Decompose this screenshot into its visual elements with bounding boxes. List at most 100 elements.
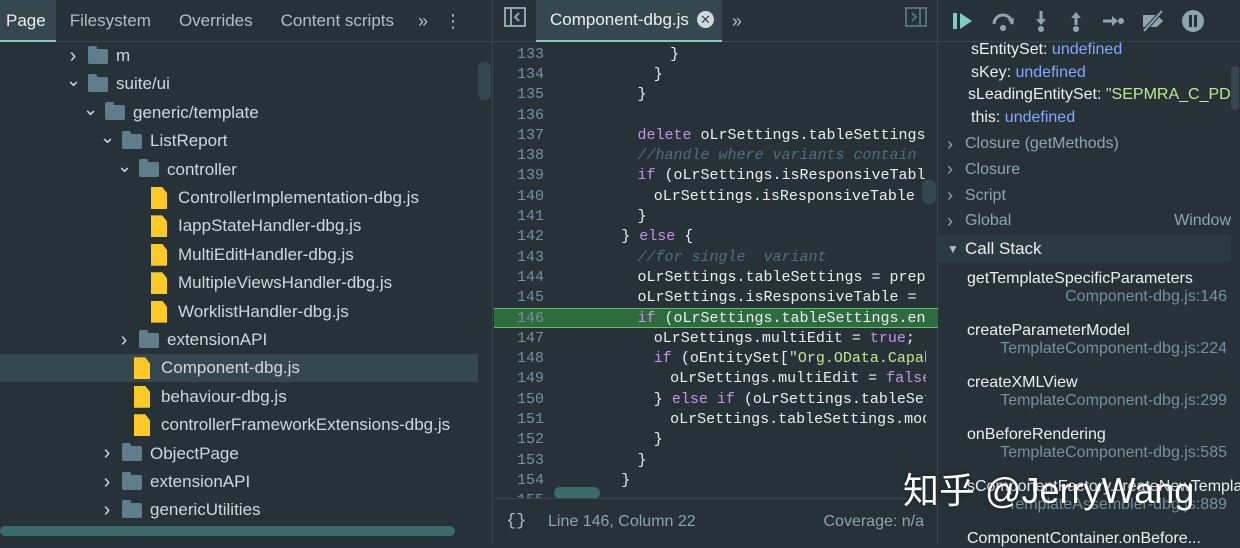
chevron-right-icon[interactable]: › (100, 471, 114, 494)
more-tabs-icon[interactable]: » (722, 0, 752, 42)
more-tabs-icon[interactable]: » (408, 0, 438, 42)
deactivate-breakpoints-icon[interactable] (1140, 9, 1166, 32)
line-number[interactable]: 147 (494, 330, 548, 347)
tree-file[interactable]: IappStateHandler-dbg.js (0, 212, 478, 240)
code-line[interactable]: 151 oLrSettings.tableSettings.mode = (oL (494, 409, 938, 429)
line-number[interactable]: 133 (494, 46, 548, 63)
tree-folder[interactable]: ⌄ controller (0, 156, 478, 184)
call-frame[interactable]: ComponentContainer.onBefore... (967, 530, 1231, 548)
toggle-debugger-icon[interactable] (895, 0, 937, 42)
scope-variable[interactable]: sKey: undefined (971, 64, 1086, 82)
chevron-down-icon[interactable]: ▼ (947, 242, 959, 256)
line-number[interactable]: 148 (494, 350, 548, 367)
code-line[interactable]: 137 delete oLrSettings.tableSettings;oLrS… (494, 125, 938, 145)
code-line[interactable]: 134} (494, 64, 938, 84)
vertical-scrollbar[interactable] (922, 180, 936, 204)
line-number[interactable]: 143 (494, 249, 548, 266)
vertical-scrollbar[interactable] (478, 62, 491, 100)
tree-file[interactable]: WorklistHandler-dbg.js (0, 298, 478, 326)
horizontal-scrollbar[interactable] (0, 526, 455, 536)
code-line[interactable]: 153} (494, 450, 938, 470)
line-number[interactable]: 145 (494, 289, 548, 306)
line-number[interactable]: 149 (494, 370, 548, 387)
line-number[interactable]: 154 (494, 472, 548, 489)
line-number[interactable]: 134 (494, 66, 548, 83)
call-frame-location[interactable]: TemplateComponent-dbg.js:299 (967, 392, 1231, 410)
call-frame-location[interactable]: TemplateComponent-dbg.js:224 (967, 340, 1231, 358)
line-number[interactable]: 137 (494, 127, 548, 144)
code-line[interactable]: 143 //for single variant (494, 247, 938, 267)
code-line[interactable]: 145 oLrSettings.isResponsiveTable = oLrSe… (494, 288, 938, 308)
tree-file[interactable]: MultipleViewsHandler-dbg.js (0, 269, 478, 297)
chevron-right-icon[interactable]: › (100, 499, 114, 522)
line-number[interactable]: 144 (494, 269, 548, 286)
pause-on-exceptions-icon[interactable] (1181, 9, 1205, 33)
line-number[interactable]: 153 (494, 452, 548, 469)
code-line[interactable]: 141} (494, 206, 938, 226)
line-number[interactable]: 152 (494, 431, 548, 448)
call-frame[interactable]: createParameterModel TemplateComponent-db… (967, 322, 1231, 358)
line-number[interactable]: 140 (494, 188, 548, 205)
chevron-down-icon[interactable]: ⌄ (83, 100, 98, 118)
call-frame-location[interactable]: TemplateComponent-dbg.js:585 (967, 444, 1231, 462)
code-line[interactable]: 138 //handle where variants contain only … (494, 146, 938, 166)
code-line-current[interactable]: 146 if (oLrSettings.tableSettings.enableM… (494, 307, 938, 329)
chevron-right-icon[interactable]: › (947, 159, 959, 180)
code-line[interactable]: 139 if (oLrSettings.isResponsiveTable ===… (494, 166, 938, 186)
chevron-right-icon[interactable]: › (117, 329, 131, 352)
line-number[interactable]: 142 (494, 228, 548, 245)
step-into-icon[interactable] (1031, 10, 1051, 32)
scope-section[interactable]: › Script (939, 183, 1231, 209)
tree-file[interactable]: controllerFrameworkExtensions-dbg.js (0, 411, 478, 439)
tab-page[interactable]: Page (0, 0, 56, 42)
code-line[interactable]: 148 if (oEntitySet["Org.OData.Capabilitie… (494, 349, 938, 369)
tree-folder[interactable]: › m (0, 42, 478, 70)
tree-folder[interactable]: › extensionAPI (0, 326, 478, 354)
code-line[interactable]: 144 oLrSettings.tableSettings = preparati… (494, 267, 938, 287)
chevron-right-icon[interactable]: › (947, 211, 959, 232)
tree-folder[interactable]: ⌄ ListReport (0, 127, 478, 155)
scope-section[interactable]: › Global Window (939, 208, 1231, 234)
line-number[interactable]: 141 (494, 208, 548, 225)
kebab-menu-icon[interactable]: ⋮ (438, 0, 472, 42)
resume-icon[interactable] (951, 10, 975, 32)
tree-folder[interactable]: › ObjectPage (0, 440, 478, 468)
tab-content-scripts[interactable]: Content scripts (267, 0, 408, 42)
line-number[interactable]: 139 (494, 167, 548, 184)
scope-variable[interactable]: this: undefined (971, 109, 1075, 127)
tab-component-dbg[interactable]: Component-dbg.js ✕ (536, 0, 722, 42)
line-number[interactable]: 146 (494, 310, 548, 327)
code-line[interactable]: 147 oLrSettings.multiEdit = true; (494, 328, 938, 348)
line-number[interactable]: 151 (494, 411, 548, 428)
code-view[interactable]: 133} 134} 135} 136 137 delete oLrSettings.tab… (494, 42, 938, 498)
tree-file[interactable]: ControllerImplementation-dbg.js (0, 184, 478, 212)
chevron-right-icon[interactable]: › (100, 442, 114, 465)
scope-variable[interactable]: sLeadingEntitySet: "SEPMRA_C_PD... (968, 86, 1240, 104)
tree-folder[interactable]: › extensionAPI (0, 468, 478, 496)
call-frame[interactable]: getTemplateSpecificParameters Component-d… (967, 270, 1231, 306)
tree-folder[interactable]: › genericUtilities (0, 496, 478, 524)
step-out-icon[interactable] (1066, 10, 1086, 32)
scope-section[interactable]: › Closure (939, 157, 1231, 183)
tree-file[interactable]: MultiEditHandler-dbg.js (0, 241, 478, 269)
tree-file[interactable]: behaviour-dbg.js (0, 383, 478, 411)
toggle-navigator-icon[interactable] (494, 0, 536, 42)
scope-variable[interactable]: sEntitySet: undefined (971, 41, 1122, 59)
code-line[interactable]: 135} (494, 85, 938, 105)
pretty-print-icon[interactable]: {} (506, 512, 542, 531)
call-frame[interactable]: onBeforeRendering TemplateComponent-dbg.j… (967, 426, 1231, 462)
chevron-right-icon[interactable]: › (947, 134, 959, 155)
step-over-icon[interactable] (990, 10, 1016, 32)
step-icon[interactable] (1101, 10, 1125, 32)
chevron-down-icon[interactable]: ⌄ (100, 128, 115, 146)
code-line[interactable]: 152} (494, 430, 938, 450)
code-line[interactable]: 150} else if (oLrSettings.tableSettings.… (494, 389, 938, 409)
call-stack-header[interactable]: ▼ Call Stack (939, 235, 1231, 262)
vertical-scrollbar[interactable] (1231, 66, 1239, 110)
line-number[interactable]: 136 (494, 107, 548, 124)
call-frame[interactable]: createXMLView TemplateComponent-dbg.js:29… (967, 374, 1231, 410)
tree-file[interactable]: Component-dbg.js (0, 354, 478, 383)
code-line[interactable]: 140 oLrSettings.isResponsiveTable = true; (494, 186, 938, 206)
code-line[interactable]: 142} else { (494, 227, 938, 247)
chevron-down-icon[interactable]: ⌄ (66, 71, 81, 89)
